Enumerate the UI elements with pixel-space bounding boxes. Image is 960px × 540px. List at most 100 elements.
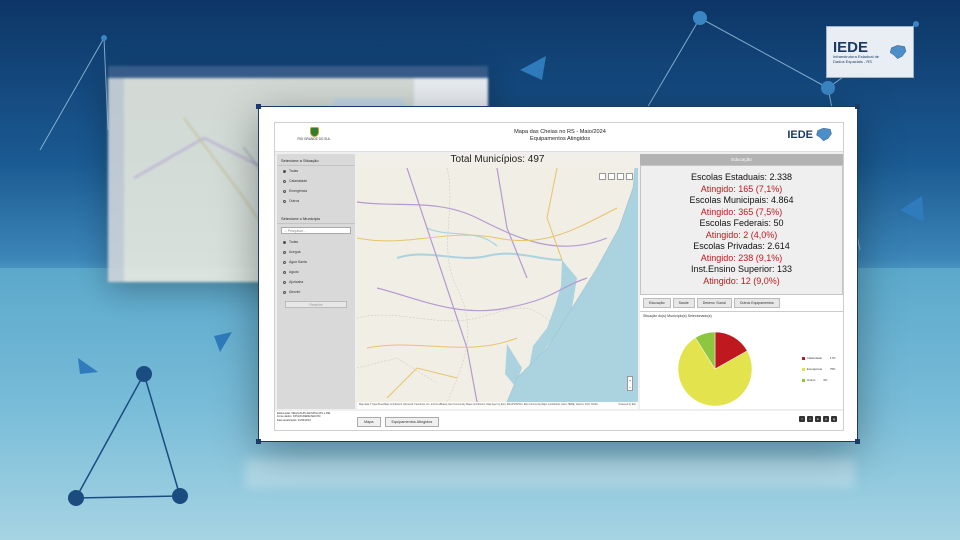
municipio-option[interactable]: Agudo — [277, 267, 355, 277]
iede-logo: IEDE Infraestrutura Estadual de Dados Es… — [826, 26, 914, 78]
legend-value: 9% — [823, 378, 828, 382]
linkedin-icon[interactable]: in — [815, 416, 821, 422]
municipio-label: Água Santa — [289, 260, 307, 264]
basemap-icon[interactable] — [608, 173, 615, 180]
municipio-option[interactable]: Todas — [277, 237, 355, 247]
main-app-frame: RIO GRANDE DO SUL Mapa das Cheias no RS … — [256, 104, 860, 444]
pie-legend: Calamidade 17% Emergência 75% Outros 9% — [802, 356, 836, 389]
radio-icon — [283, 270, 286, 274]
situation-label: Todas — [289, 169, 299, 173]
school-total: Inst.Ensino Superior: 133 — [690, 264, 793, 274]
municipio-list: Todas Aceguá Água Santa Agudo Ajuricaba Alecr… — [277, 237, 355, 297]
map-toolbar — [599, 173, 633, 180]
situation-option[interactable]: Emergência — [277, 186, 355, 196]
rs-map-icon — [816, 127, 832, 142]
header-iede-logo: IEDE — [787, 127, 833, 142]
municipio-label: Aceguá — [289, 250, 301, 254]
tab-1[interactable]: Saúde — [672, 298, 695, 308]
facebook-icon[interactable]: f — [799, 416, 805, 422]
footer-credits: Elaboração: DEGG/SUPLAN/SPGG-RS e IDE Fon… — [277, 412, 330, 422]
school-total: Escolas Privadas: 2.614 — [693, 241, 790, 251]
zoom-in-button[interactable]: + — [628, 377, 632, 384]
window-reflection — [245, 458, 855, 488]
legend-swatch — [802, 356, 805, 360]
stats-header: Educação — [640, 154, 843, 165]
reset-button[interactable]: Redefinir — [285, 301, 347, 308]
iede-logo-text: IEDE — [833, 38, 869, 56]
app-header: RIO GRANDE DO SUL Mapa das Cheias no RS … — [275, 123, 843, 152]
municipio-option[interactable]: Ajuricaba — [277, 277, 355, 287]
situation-option[interactable]: Calamidade — [277, 176, 355, 186]
state-seal: RIO GRANDE DO SUL — [295, 127, 333, 149]
municipio-heading: Selecione o Município — [277, 212, 355, 224]
frame-corner — [256, 104, 261, 109]
frame-corner — [256, 439, 261, 444]
municipio-option[interactable]: Aceguá — [277, 247, 355, 257]
page-title: Mapa das Cheias no RS - Maio/2024 Equipa… — [455, 129, 665, 143]
tab-2[interactable]: Desenv. Social — [696, 298, 732, 308]
instagram-icon[interactable]: ig — [831, 416, 837, 422]
legend-label: Outros — [807, 378, 816, 382]
stats-panel: Educação Escolas Estaduais: 2.338 Atingid… — [640, 154, 843, 409]
situation-label: Emergência — [289, 189, 308, 193]
radio-icon — [283, 179, 286, 183]
youtube-icon[interactable]: yt — [823, 416, 829, 422]
radio-icon — [283, 250, 286, 254]
situation-option[interactable]: Outros — [277, 196, 355, 206]
legend-label: Emergência — [807, 367, 822, 371]
map-view[interactable]: + − — [357, 168, 638, 402]
x-icon[interactable]: x — [807, 416, 813, 422]
municipio-label: Ajuricaba — [289, 280, 304, 284]
search-placeholder: Pesquisar... — [287, 229, 306, 233]
rs-basemap — [357, 168, 638, 402]
municipio-option[interactable]: Água Santa — [277, 257, 355, 267]
radio-icon — [283, 240, 286, 244]
footer-button-1[interactable]: Equipamentos Atingidos — [384, 417, 440, 427]
situation-option[interactable]: Todas — [277, 166, 355, 176]
radio-icon — [283, 290, 286, 294]
title-line-2: Equipamentos Atingidos — [529, 135, 591, 142]
app-footer: Elaboração: DEGG/SUPLAN/SPGG-RS e IDE Fon… — [275, 411, 843, 430]
locate-icon[interactable] — [617, 173, 624, 180]
pie-chart-area: Situação do(s) Município(s) Selecionado(… — [640, 311, 843, 409]
affected-count: Atingido: 12 (9,0%) — [703, 275, 780, 286]
municipio-label: Agudo — [289, 270, 299, 274]
situation-label: Outros — [289, 199, 300, 203]
legend-value: 17% — [829, 356, 836, 360]
school-total: Escolas Municipais: 4.864 — [689, 195, 794, 205]
header-logo-text: IEDE — [787, 128, 813, 141]
total-municipios: Total Municípios: 497 — [450, 154, 545, 165]
zoom-out-button[interactable]: − — [628, 384, 632, 391]
situation-label: Calamidade — [289, 179, 308, 183]
municipio-label: Todas — [289, 240, 299, 244]
powered-by[interactable]: Powered by Esri — [619, 403, 636, 406]
layers-icon[interactable] — [599, 173, 606, 180]
iede-logo-subtitle: Infraestrutura Estadual de Dados Espacia… — [833, 53, 880, 64]
situation-list: Todas Calamidade Emergência Outros — [277, 166, 355, 206]
footer-line: Data atualização: 01/06/2024 — [277, 418, 311, 422]
fullscreen-icon[interactable] — [626, 173, 633, 180]
legend-item: Calamidade 17% — [802, 356, 836, 360]
municipio-option[interactable]: Alecrim — [277, 287, 355, 297]
municipio-search-input[interactable]: ⌕ Pesquisar... — [281, 227, 351, 234]
legend-swatch — [802, 367, 805, 371]
affected-count: Atingido: 2 (4,0%) — [705, 229, 778, 240]
filter-panel: Selecione a Situação Todas Calamidade Emer… — [277, 154, 355, 409]
footer-button-0[interactable]: Mapa — [357, 417, 381, 427]
footer-nav: Mapa Equipamentos Atingidos — [357, 417, 440, 427]
legend-label: Calamidade — [807, 356, 822, 360]
map-attribution: Map data © OpenStreetMap contributors, M… — [357, 402, 638, 409]
legend-value: 75% — [829, 367, 836, 371]
rs-map-icon — [889, 45, 906, 59]
affected-count: Atingido: 365 (7,5%) — [700, 206, 783, 217]
tab-3[interactable]: Outros Equipamentos — [733, 298, 780, 308]
situation-pie-chart — [677, 331, 753, 407]
legend-item: Outros 9% — [802, 378, 836, 382]
attribution-text: Map data © OpenStreetMap contributors, M… — [359, 403, 598, 406]
tab-0[interactable]: Educação — [643, 298, 671, 308]
radio-icon — [283, 199, 286, 203]
frame-corner — [855, 439, 860, 444]
radio-icon — [283, 280, 286, 284]
title-line-1: Mapa das Cheias no RS - Maio/2024 — [514, 129, 606, 135]
dashboard: RIO GRANDE DO SUL Mapa das Cheias no RS … — [274, 122, 844, 431]
